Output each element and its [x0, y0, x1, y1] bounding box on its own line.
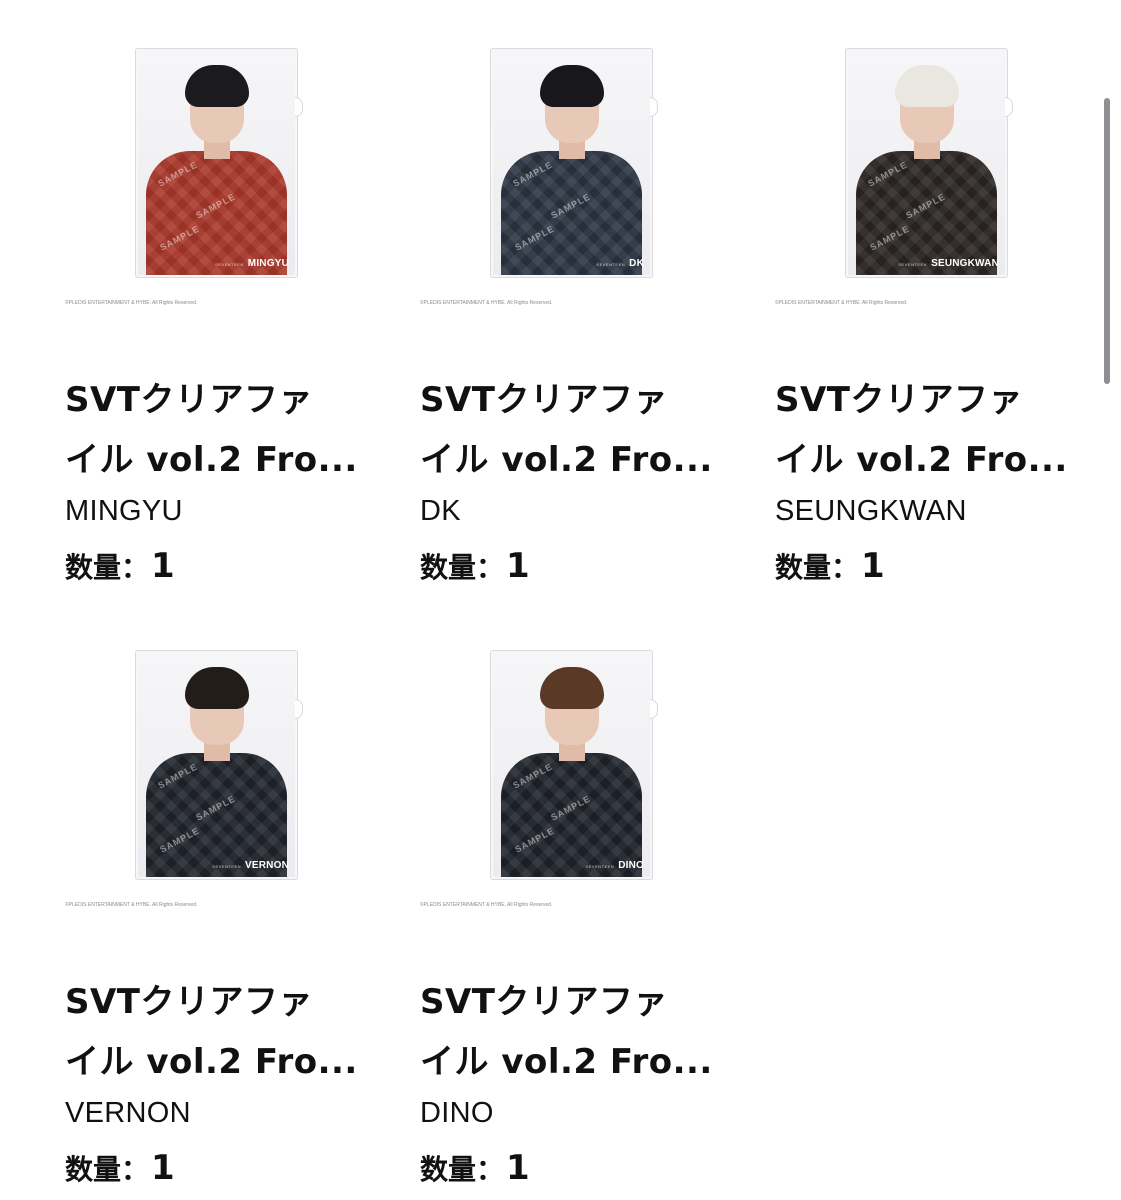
card-nameplate: SEVENTEEN MINGYU	[215, 258, 289, 269]
product-title-line: イル vol.2 Fro...	[420, 1042, 713, 1082]
product-card: SAMPLE SAMPLE SAMPLE SEVENTEEN DINO ©PLE…	[420, 650, 750, 1188]
card-member-tag: SEUNGKWAN	[931, 258, 999, 269]
product-title-line: イル vol.2 Fro...	[65, 1042, 358, 1082]
clear-file-image: SAMPLE SAMPLE SAMPLE SEVENTEEN VERNON	[135, 650, 303, 880]
product-image[interactable]: SAMPLE SAMPLE SAMPLE SEVENTEEN VERNON ©P…	[65, 650, 395, 920]
product-title-line: SVTクリアファ	[65, 982, 313, 1022]
product-title[interactable]: SVTクリアファ イル vol.2 Fro...	[775, 370, 1105, 490]
product-grid: SAMPLE SAMPLE SAMPLE SEVENTEEN MINGYU ©P…	[0, 0, 1121, 1200]
product-card: SAMPLE SAMPLE SAMPLE SEVENTEEN DK ©PLEDI…	[420, 48, 750, 586]
card-member-tag: MINGYU	[247, 258, 289, 269]
quantity-value: 1	[861, 546, 885, 586]
product-image[interactable]: SAMPLE SAMPLE SAMPLE SEVENTEEN SEUNGKWAN…	[775, 48, 1105, 318]
quantity-label: 数量：	[420, 551, 505, 584]
member-photo: SAMPLE SAMPLE SAMPLE SEVENTEEN MINGYU	[138, 51, 295, 275]
copyright-text: ©PLEDIS ENTERTAINMENT & HYBE. All Rights…	[65, 902, 198, 908]
member-photo: SAMPLE SAMPLE SAMPLE SEVENTEEN SEUNGKWAN	[848, 51, 1005, 275]
product-card-link[interactable]: SAMPLE SAMPLE SAMPLE SEVENTEEN MINGYU ©P…	[65, 48, 395, 490]
member-photo: SAMPLE SAMPLE SAMPLE SEVENTEEN VERNON	[138, 653, 295, 877]
clear-file-image: SAMPLE SAMPLE SAMPLE SEVENTEEN SEUNGKWAN	[845, 48, 1013, 278]
clear-file-image: SAMPLE SAMPLE SAMPLE SEVENTEEN DK	[490, 48, 658, 278]
quantity-row: 数量： 1	[65, 1148, 395, 1188]
product-card: SAMPLE SAMPLE SAMPLE SEVENTEEN VERNON ©P…	[65, 650, 395, 1188]
product-variant: DK	[420, 495, 461, 527]
product-variant: SEUNGKWAN	[775, 495, 967, 527]
quantity-row: 数量： 1	[65, 546, 395, 586]
product-title-line: SVTクリアファ	[65, 380, 313, 420]
scrollbar-thumb[interactable]	[1104, 98, 1110, 384]
quantity-label: 数量：	[775, 551, 860, 584]
product-title-line: SVTクリアファ	[420, 982, 668, 1022]
product-variant: DINO	[420, 1097, 494, 1129]
product-image[interactable]: SAMPLE SAMPLE SAMPLE SEVENTEEN DK ©PLEDI…	[420, 48, 750, 318]
copyright-text: ©PLEDIS ENTERTAINMENT & HYBE. All Rights…	[775, 300, 908, 306]
card-group-tag: SEVENTEEN	[898, 262, 928, 267]
product-card: SAMPLE SAMPLE SAMPLE SEVENTEEN SEUNGKWAN…	[775, 48, 1105, 586]
card-group-tag: SEVENTEEN	[215, 262, 244, 267]
quantity-label: 数量：	[420, 1153, 505, 1186]
card-member-tag: DINO	[618, 860, 644, 871]
product-variant: VERNON	[65, 1097, 191, 1129]
copyright-text: ©PLEDIS ENTERTAINMENT & HYBE. All Rights…	[420, 300, 553, 306]
card-member-tag: DK	[629, 258, 644, 269]
product-image[interactable]: SAMPLE SAMPLE SAMPLE SEVENTEEN MINGYU ©P…	[65, 48, 395, 318]
quantity-label: 数量：	[65, 551, 150, 584]
product-title[interactable]: SVTクリアファ イル vol.2 Fro...	[420, 370, 750, 490]
vertical-scrollbar[interactable]	[1103, 96, 1111, 386]
product-title-line: SVTクリアファ	[420, 380, 668, 420]
product-card: SAMPLE SAMPLE SAMPLE SEVENTEEN MINGYU ©P…	[65, 48, 395, 586]
quantity-value: 1	[506, 546, 530, 586]
product-title-line: イル vol.2 Fro...	[420, 440, 713, 480]
product-card-link[interactable]: SAMPLE SAMPLE SAMPLE SEVENTEEN SEUNGKWAN…	[775, 48, 1105, 490]
card-nameplate: SEVENTEEN DINO	[585, 860, 644, 871]
quantity-value: 1	[506, 1148, 530, 1188]
quantity-row: 数量： 1	[420, 1148, 750, 1188]
product-title[interactable]: SVTクリアファ イル vol.2 Fro...	[420, 972, 750, 1092]
quantity-row: 数量： 1	[420, 546, 750, 586]
card-nameplate: SEVENTEEN VERNON	[212, 860, 289, 871]
product-image[interactable]: SAMPLE SAMPLE SAMPLE SEVENTEEN DINO ©PLE…	[420, 650, 750, 920]
product-title[interactable]: SVTクリアファ イル vol.2 Fro...	[65, 972, 395, 1092]
card-nameplate: SEVENTEEN SEUNGKWAN	[898, 258, 999, 269]
card-group-tag: SEVENTEEN	[212, 864, 242, 869]
clear-file-image: SAMPLE SAMPLE SAMPLE SEVENTEEN MINGYU	[135, 48, 303, 278]
member-photo: SAMPLE SAMPLE SAMPLE SEVENTEEN DK	[493, 51, 650, 275]
product-title-line: イル vol.2 Fro...	[65, 440, 358, 480]
quantity-row: 数量： 1	[775, 546, 1105, 586]
product-title-line: イル vol.2 Fro...	[775, 440, 1068, 480]
copyright-text: ©PLEDIS ENTERTAINMENT & HYBE. All Rights…	[420, 902, 553, 908]
product-title[interactable]: SVTクリアファ イル vol.2 Fro...	[65, 370, 395, 490]
card-group-tag: SEVENTEEN	[596, 262, 626, 267]
quantity-value: 1	[151, 546, 175, 586]
product-title-line: SVTクリアファ	[775, 380, 1023, 420]
quantity-label: 数量：	[65, 1153, 150, 1186]
product-variant: MINGYU	[65, 495, 183, 527]
copyright-text: ©PLEDIS ENTERTAINMENT & HYBE. All Rights…	[65, 300, 198, 306]
clear-file-image: SAMPLE SAMPLE SAMPLE SEVENTEEN DINO	[490, 650, 658, 880]
card-nameplate: SEVENTEEN DK	[596, 258, 644, 269]
product-card-link[interactable]: SAMPLE SAMPLE SAMPLE SEVENTEEN DK ©PLEDI…	[420, 48, 750, 490]
product-card-link[interactable]: SAMPLE SAMPLE SAMPLE SEVENTEEN VERNON ©P…	[65, 650, 395, 1092]
member-photo: SAMPLE SAMPLE SAMPLE SEVENTEEN DINO	[493, 653, 650, 877]
quantity-value: 1	[151, 1148, 175, 1188]
product-card-link[interactable]: SAMPLE SAMPLE SAMPLE SEVENTEEN DINO ©PLE…	[420, 650, 750, 1092]
card-group-tag: SEVENTEEN	[585, 864, 615, 869]
card-member-tag: VERNON	[245, 860, 289, 871]
